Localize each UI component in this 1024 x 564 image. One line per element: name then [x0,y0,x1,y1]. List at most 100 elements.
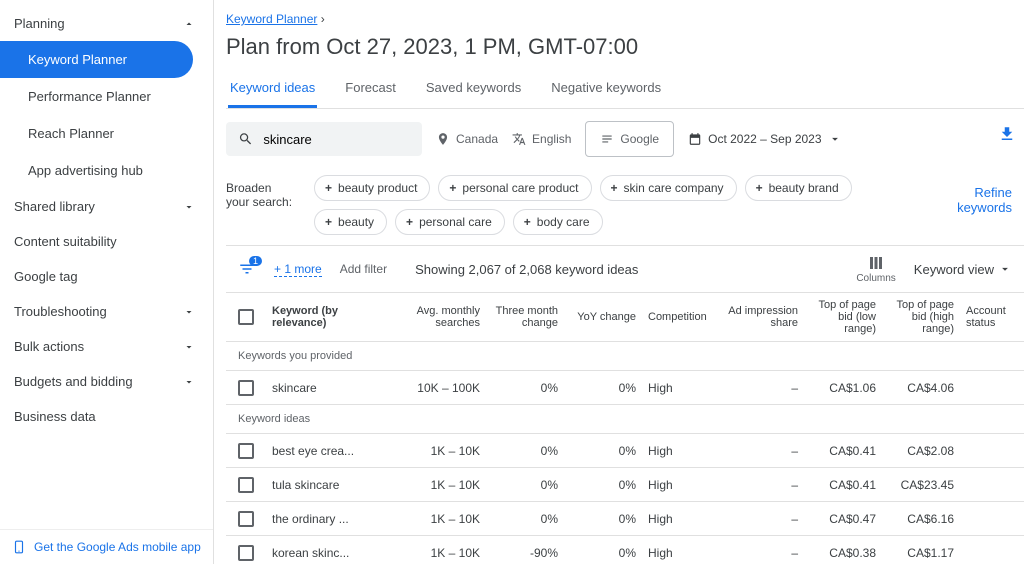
sidebar-group-shared-library[interactable]: Shared library [0,189,213,224]
col-yoy[interactable]: YoY change [564,305,642,329]
page-title: Plan from Oct 27, 2023, 1 PM, GMT-07:00 [226,30,1024,70]
calendar-icon [688,132,702,146]
table-toolbar: 1 + 1 more Add filter Showing 2,067 of 2… [226,246,1024,293]
broaden-chip[interactable]: +personal care product [438,175,591,201]
broaden-label: Broaden your search: [226,175,296,209]
tab-keyword-ideas[interactable]: Keyword ideas [228,70,317,108]
row-checkbox[interactable] [238,545,254,561]
table-row[interactable]: korean skinc... 1K – 10K -90% 0% High – … [226,536,1024,564]
col-keyword[interactable]: Keyword (by relevance) [266,299,366,335]
chip-label: body care [537,215,590,229]
more-filter-link[interactable]: + 1 more [274,262,322,277]
sidebar: PlanningKeyword PlannerPerformance Plann… [0,0,214,564]
plus-icon: + [756,181,763,195]
row-checkbox[interactable] [238,511,254,527]
keyword-search-box[interactable] [226,122,422,156]
broaden-chip[interactable]: + beauty product [314,175,430,201]
network-label: Google [620,132,659,146]
cell-status [960,445,1024,457]
location-icon [436,132,450,146]
tab-saved-keywords[interactable]: Saved keywords [424,70,523,108]
mobile-app-label: Get the Google Ads mobile app [34,540,201,554]
date-range-filter[interactable]: Oct 2022 – Sep 2023 [688,132,841,146]
col-avg-searches[interactable]: Avg. monthly searches [366,299,486,335]
language-filter[interactable]: English [512,132,571,146]
table-row[interactable]: tula skincare 1K – 10K 0% 0% High – CA$0… [226,468,1024,502]
col-impression-share[interactable]: Ad impression share [718,299,804,335]
cell-keyword: skincare [266,375,366,401]
table-row[interactable]: best eye crea... 1K – 10K 0% 0% High – C… [226,434,1024,468]
col-competition[interactable]: Competition [642,305,718,329]
row-checkbox[interactable] [238,443,254,459]
columns-button[interactable]: Columns [856,254,895,284]
cell-impression: – [718,540,804,564]
cell-avg: 1K – 10K [366,472,486,498]
sidebar-group-bulk-actions[interactable]: Bulk actions [0,329,213,364]
broaden-chip[interactable]: +beauty brand [745,175,852,201]
cell-bid-low: CA$1.06 [804,375,882,401]
plus-icon: + [325,181,332,195]
cell-tmc: 0% [486,375,564,401]
table-row[interactable]: skincare 10K – 100K 0% 0% High – CA$1.06… [226,371,1024,405]
cell-impression: – [718,472,804,498]
broaden-chips: +beauty product+personal care product+sk… [314,175,914,235]
breadcrumb-link[interactable]: Keyword Planner [226,12,317,26]
view-label: Keyword view [914,262,994,277]
broaden-chip[interactable]: +skin care company [600,175,737,201]
tab-forecast[interactable]: Forecast [343,70,398,108]
sidebar-group-planning[interactable]: Planning [0,6,213,41]
filter-row: Canada English Google Oct 2022 – Sep 202… [226,109,1024,169]
row-checkbox[interactable] [238,477,254,493]
sidebar-group-content-suitability[interactable]: Content suitability [0,224,213,259]
cell-yoy: 0% [564,472,642,498]
filter-funnel-button[interactable]: 1 [238,260,256,278]
cell-status [960,513,1024,525]
broaden-chip[interactable]: +personal care [395,209,505,235]
sidebar-item-keyword-planner[interactable]: Keyword Planner [0,41,193,78]
refine-keywords-link[interactable]: Refine keywords [932,175,1012,215]
cell-tmc: -90% [486,540,564,564]
sidebar-group-google-tag[interactable]: Google tag [0,259,213,294]
download-icon [998,125,1016,143]
cell-competition: High [642,438,718,464]
sidebar-item-reach-planner[interactable]: Reach Planner [0,115,193,152]
col-three-month[interactable]: Three month change [486,299,564,335]
col-bid-high[interactable]: Top of page bid (high range) [882,293,960,341]
results-count-text: Showing 2,067 of 2,068 keyword ideas [415,262,638,277]
cell-avg: 10K – 100K [366,375,486,401]
cell-status [960,479,1024,491]
select-all-checkbox[interactable] [238,309,254,325]
cell-competition: High [642,375,718,401]
chip-label: beauty product [338,181,417,195]
table-header: Keyword (by relevance) Avg. monthly sear… [226,293,1024,342]
broaden-row: Broaden your search: + beauty product +per… [226,169,1024,246]
col-account-status[interactable]: Account status [960,299,1024,335]
sidebar-item-app-advertising-hub[interactable]: App advertising hub [0,152,193,189]
date-range-label: Oct 2022 – Sep 2023 [708,132,821,146]
sidebar-item-performance-planner[interactable]: Performance Planner [0,78,193,115]
keyword-search-input[interactable] [263,132,410,147]
plus-icon: + [524,215,531,229]
cell-avg: 1K – 10K [366,540,486,564]
cell-yoy: 0% [564,506,642,532]
mobile-app-link[interactable]: Get the Google Ads mobile app [0,529,213,564]
phone-icon [12,540,26,554]
sidebar-group-budgets-and-bidding[interactable]: Budgets and bidding [0,364,213,399]
row-checkbox[interactable] [238,380,254,396]
location-filter[interactable]: Canada [436,132,498,146]
download-button[interactable] [998,125,1016,143]
cell-impression: – [718,375,804,401]
cell-keyword: tula skincare [266,472,366,498]
sidebar-group-business-data[interactable]: Business data [0,399,213,434]
view-selector[interactable]: Keyword view [914,262,1012,277]
cell-competition: High [642,472,718,498]
broaden-chip[interactable]: +beauty [314,209,387,235]
chip-label: skin care company [624,181,724,195]
col-bid-low[interactable]: Top of page bid (low range) [804,293,882,341]
broaden-chip[interactable]: + body care [513,209,603,235]
network-filter[interactable]: Google [585,121,674,157]
sidebar-group-troubleshooting[interactable]: Troubleshooting [0,294,213,329]
table-row[interactable]: the ordinary ... 1K – 10K 0% 0% High – C… [226,502,1024,536]
add-filter-button[interactable]: Add filter [340,262,387,276]
tab-negative-keywords[interactable]: Negative keywords [549,70,663,108]
